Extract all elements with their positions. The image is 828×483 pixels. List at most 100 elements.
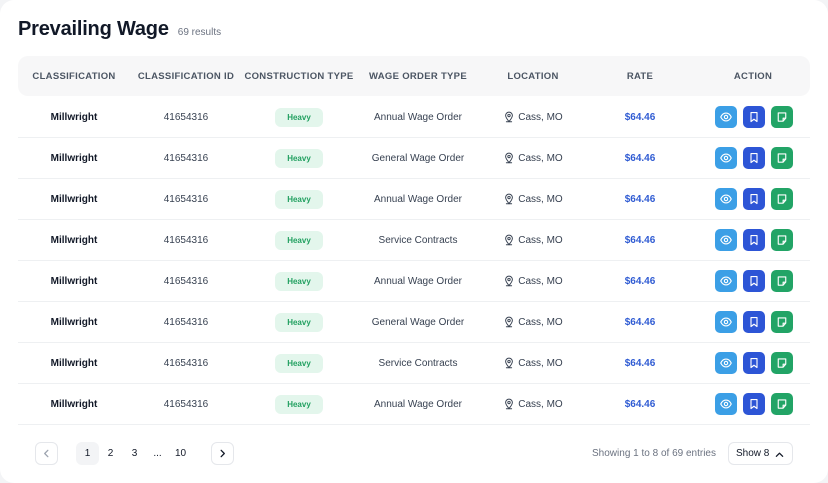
bookmark-button[interactable] — [743, 147, 765, 169]
location-text: Cass, MO — [518, 152, 563, 164]
table-row: Millwright 41654316 Heavy General Wage Orde… — [18, 138, 810, 179]
eye-icon — [720, 193, 732, 205]
note-icon — [776, 234, 788, 246]
view-button[interactable] — [715, 352, 737, 374]
wage-order-type-cell: General Wage Order — [371, 152, 465, 164]
bookmark-button[interactable] — [743, 311, 765, 333]
location-text: Cass, MO — [518, 193, 563, 205]
note-button[interactable] — [771, 229, 793, 251]
bookmark-button[interactable] — [743, 106, 765, 128]
classification-id-cell: 41654316 — [163, 234, 209, 246]
page-3-button[interactable]: 3 — [123, 442, 146, 465]
construction-type-cell: Heavy — [244, 138, 354, 178]
note-button[interactable] — [771, 106, 793, 128]
wage-order-type-cell: Service Contracts — [378, 357, 458, 369]
view-button[interactable] — [715, 311, 737, 333]
note-button[interactable] — [771, 352, 793, 374]
bookmark-button[interactable] — [743, 188, 765, 210]
view-button[interactable] — [715, 147, 737, 169]
location-pin-icon — [505, 275, 514, 287]
bookmark-button[interactable] — [743, 229, 765, 251]
chevron-left-icon — [44, 449, 49, 458]
table-row: Millwright 41654316 Heavy Service Contracts… — [18, 343, 810, 384]
location-cell: Cass, MO — [488, 302, 578, 342]
page-1-button[interactable]: 1 — [76, 442, 99, 465]
location-text: Cass, MO — [518, 357, 563, 369]
table-row: Millwright 41654316 Heavy General Wage Orde… — [18, 302, 810, 343]
page-size-label: Show 8 — [736, 448, 770, 459]
rate-cell: $64.46 — [624, 152, 656, 164]
page-ellipsis: ... — [153, 448, 162, 459]
view-button[interactable] — [715, 229, 737, 251]
table-row: Millwright 41654316 Heavy Annual Wage Order… — [18, 97, 810, 138]
location-cell: Cass, MO — [488, 138, 578, 178]
classification-id-cell: 41654316 — [163, 152, 209, 164]
column-header-classification-id[interactable]: CLASSIFICATION ID — [136, 56, 236, 96]
construction-type-badge: Heavy — [275, 353, 323, 373]
classification-cell: Millwright — [50, 111, 98, 123]
page-10-button[interactable]: 10 — [169, 442, 192, 465]
note-icon — [776, 357, 788, 369]
column-header-classification[interactable]: CLASSIFICATION — [18, 56, 130, 96]
note-button[interactable] — [771, 311, 793, 333]
eye-icon — [720, 275, 732, 287]
rate-cell: $64.46 — [624, 111, 656, 123]
note-button[interactable] — [771, 188, 793, 210]
table-row: Millwright 41654316 Heavy Service Contracts… — [18, 220, 810, 261]
bookmark-button[interactable] — [743, 270, 765, 292]
rate-cell: $64.46 — [624, 398, 656, 410]
page-size-select[interactable]: Show 8 — [728, 442, 793, 465]
bookmark-icon — [748, 234, 760, 246]
note-icon — [776, 111, 788, 123]
wage-order-type-cell: Annual Wage Order — [373, 275, 462, 287]
column-header-wage-order-type[interactable]: WAGE ORDER TYPE — [358, 56, 478, 96]
wage-order-type-cell: Annual Wage Order — [373, 193, 462, 205]
location-cell: Cass, MO — [488, 343, 578, 383]
bookmark-button[interactable] — [743, 393, 765, 415]
chevron-right-icon — [220, 449, 225, 458]
view-button[interactable] — [715, 270, 737, 292]
construction-type-badge: Heavy — [275, 107, 323, 127]
page-header: Prevailing Wage 69 results — [18, 18, 221, 41]
column-header-location[interactable]: LOCATION — [488, 56, 578, 96]
column-header-construction-type[interactable]: CONSTRUCTION TYPE — [244, 56, 354, 96]
note-icon — [776, 398, 788, 410]
prev-page-button[interactable] — [35, 442, 58, 465]
table-row: Millwright 41654316 Heavy Annual Wage Order… — [18, 261, 810, 302]
eye-icon — [720, 316, 732, 328]
column-header-rate[interactable]: RATE — [600, 56, 680, 96]
construction-type-cell: Heavy — [244, 384, 354, 424]
classification-id-cell: 41654316 — [163, 111, 209, 123]
note-button[interactable] — [771, 270, 793, 292]
view-button[interactable] — [715, 188, 737, 210]
construction-type-badge: Heavy — [275, 230, 323, 250]
note-icon — [776, 275, 788, 287]
construction-type-badge: Heavy — [275, 189, 323, 209]
view-button[interactable] — [715, 106, 737, 128]
eye-icon — [720, 398, 732, 410]
classification-cell: Millwright — [50, 275, 98, 287]
classification-id-cell: 41654316 — [163, 357, 209, 369]
bookmark-icon — [748, 111, 760, 123]
bookmark-button[interactable] — [743, 352, 765, 374]
next-page-button[interactable] — [211, 442, 234, 465]
note-button[interactable] — [771, 393, 793, 415]
note-button[interactable] — [771, 147, 793, 169]
entries-summary: Showing 1 to 8 of 69 entries — [592, 448, 716, 459]
construction-type-badge: Heavy — [275, 394, 323, 414]
view-button[interactable] — [715, 393, 737, 415]
wage-order-type-cell: Annual Wage Order — [373, 398, 462, 410]
page-2-button[interactable]: 2 — [99, 442, 122, 465]
bookmark-icon — [748, 275, 760, 287]
location-pin-icon — [505, 357, 514, 369]
construction-type-cell: Heavy — [244, 97, 354, 137]
construction-type-cell: Heavy — [244, 343, 354, 383]
column-header-action: ACTION — [733, 70, 773, 82]
location-pin-icon — [505, 152, 514, 164]
bookmark-icon — [748, 357, 760, 369]
construction-type-badge: Heavy — [275, 148, 323, 168]
classification-cell: Millwright — [50, 316, 98, 328]
classification-id-cell: 41654316 — [163, 275, 209, 287]
location-text: Cass, MO — [518, 275, 563, 287]
rate-cell: $64.46 — [624, 357, 656, 369]
